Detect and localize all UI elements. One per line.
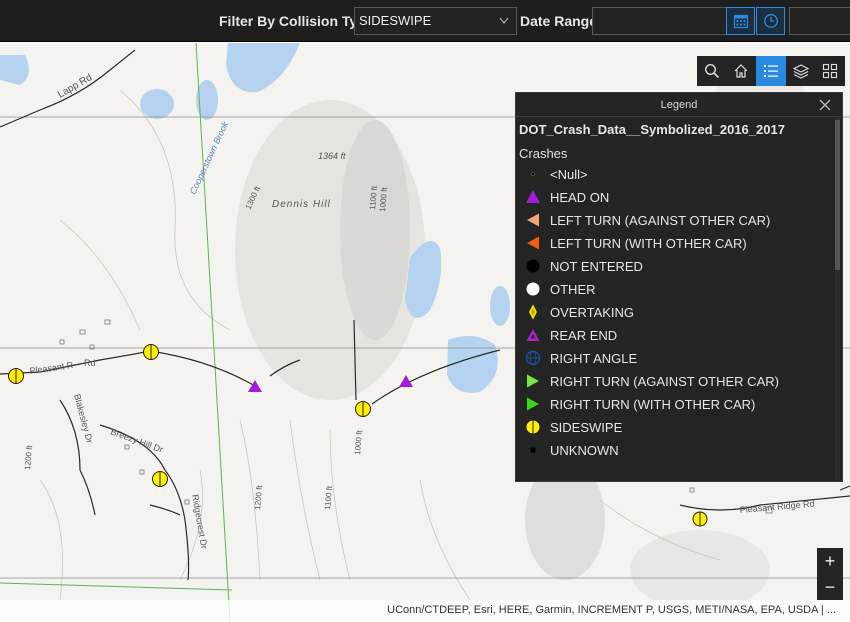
legend-item: OVERTAKING — [516, 300, 836, 323]
map-label: 1000 ft — [353, 429, 364, 455]
legend-item: HEAD ON — [516, 185, 836, 208]
filter-label: Filter By Collision Type — [219, 13, 374, 29]
legend-item: RIGHT ANGLE — [516, 346, 836, 369]
legend-item-label: LEFT TURN (AGAINST OTHER CAR) — [550, 213, 771, 228]
legend-symbol-icon — [524, 303, 542, 321]
map-label: 1364 ft — [318, 151, 346, 161]
legend-symbol-icon — [524, 349, 542, 367]
collision-type-value: SIDESWIPE — [359, 13, 432, 28]
legend-item: <Null> — [516, 162, 836, 185]
sideswipe-marker[interactable] — [692, 511, 708, 527]
zoom-control: + − — [817, 548, 843, 600]
close-icon[interactable] — [818, 98, 832, 112]
layers-button[interactable] — [786, 56, 816, 86]
home-icon — [734, 64, 748, 78]
basemap-gallery-icon — [823, 63, 838, 79]
legend-item: RIGHT TURN (AGAINST OTHER CAR) — [516, 369, 836, 392]
legend-group-name: Crashes — [519, 146, 568, 161]
legend-symbol-icon — [524, 165, 542, 183]
legend-item-label: OTHER — [550, 282, 596, 297]
map-view[interactable]: Lapp Rd Cooperstown Brook 1364 ft Dennis… — [0, 43, 850, 622]
minus-icon: − — [824, 576, 836, 597]
legend-item: LEFT TURN (WITH OTHER CAR) — [516, 231, 836, 254]
map-label: 1100 ft — [323, 485, 334, 510]
end-date-input[interactable] — [789, 7, 850, 35]
sideswipe-marker[interactable] — [355, 401, 371, 417]
legend-item: LEFT TURN (AGAINST OTHER CAR) — [516, 208, 836, 231]
map-label: Pleasant Ridge Rd — [739, 498, 815, 515]
start-date-input[interactable] — [592, 7, 727, 35]
basemap-gallery-button[interactable] — [815, 56, 845, 86]
layers-icon — [792, 64, 809, 79]
map-label: 1200 ft — [23, 444, 34, 470]
legend-item-label: RIGHT TURN (WITH OTHER CAR) — [550, 397, 756, 412]
legend-symbol-icon — [524, 326, 542, 344]
map-label: Rd — [84, 358, 96, 368]
legend-symbol-icon — [524, 418, 542, 436]
head-on-marker[interactable] — [248, 380, 262, 392]
map-label: Breezy Hill Dr — [109, 426, 164, 454]
home-button[interactable] — [727, 56, 757, 86]
legend-symbol-icon — [524, 395, 542, 413]
legend-icon — [763, 65, 778, 77]
legend-layer-name: DOT_Crash_Data__Symbolized_2016_2017 — [519, 122, 785, 137]
legend-items: <Null> HEAD ON LEFT TURN (AGAINST OTHER CA… — [516, 162, 836, 461]
sideswipe-marker[interactable] — [8, 368, 24, 384]
legend-item-label: HEAD ON — [550, 190, 610, 205]
legend-symbol-icon — [524, 257, 542, 275]
legend-symbol-icon — [524, 234, 542, 252]
legend-item-label: UNKNOWN — [550, 443, 619, 458]
search-button[interactable] — [697, 56, 727, 86]
legend-item-label: RIGHT ANGLE — [550, 351, 638, 366]
map-label: Dennis Hill — [272, 199, 331, 210]
legend-symbol-icon — [524, 188, 542, 206]
legend-item-label: REAR END — [550, 328, 618, 343]
legend-item: OTHER — [516, 277, 836, 300]
zoom-out-button[interactable]: − — [817, 574, 843, 600]
calendar-button[interactable] — [726, 7, 755, 35]
sideswipe-marker[interactable] — [152, 471, 168, 487]
legend-button[interactable] — [756, 56, 786, 86]
legend-title: Legend — [660, 99, 698, 111]
legend-item: SIDESWIPE — [516, 415, 836, 438]
plus-icon: + — [824, 550, 836, 571]
search-icon — [704, 63, 719, 79]
sideswipe-marker[interactable] — [143, 344, 159, 360]
legend-item-label: NOT ENTERED — [550, 259, 643, 274]
legend-item-label: RIGHT TURN (AGAINST OTHER CAR) — [550, 374, 779, 389]
legend-item-label: LEFT TURN (WITH OTHER CAR) — [550, 236, 747, 251]
attribution: UConn/CTDEEP, Esri, HERE, Garmin, INCREM… — [0, 600, 850, 622]
collision-type-select[interactable]: SIDESWIPE — [354, 7, 517, 35]
legend-symbol-icon — [524, 280, 542, 298]
legend-item-label: SIDESWIPE — [550, 420, 623, 435]
calendar-icon — [733, 14, 748, 29]
legend-header: Legend — [516, 93, 842, 117]
legend-symbol-icon — [524, 441, 542, 459]
legend-item: REAR END — [516, 323, 836, 346]
date-range-label: Date Range — [520, 13, 598, 29]
legend-item: NOT ENTERED — [516, 254, 836, 277]
filter-bar: Filter By Collision Type SIDESWIPE Date … — [0, 0, 850, 42]
legend-symbol-icon — [524, 372, 542, 390]
legend-item: UNKNOWN — [516, 438, 836, 461]
clock-icon — [763, 14, 778, 28]
legend-item-label: OVERTAKING — [550, 305, 635, 320]
time-button[interactable] — [756, 7, 785, 35]
zoom-in-button[interactable]: + — [817, 548, 843, 574]
legend-item-label: <Null> — [550, 167, 588, 182]
map-label: Ridgecrest Dr — [190, 494, 209, 550]
map-label: 1200 ft — [253, 484, 264, 510]
legend-panel: Legend DOT_Crash_Data__Symbolized_2016_2… — [515, 92, 843, 482]
map-label: Pleasant R — [29, 360, 74, 376]
legend-scrollbar-thumb[interactable] — [835, 120, 840, 270]
legend-symbol-icon — [524, 211, 542, 229]
chevron-down-icon — [499, 17, 509, 24]
legend-item: RIGHT TURN (WITH OTHER CAR) — [516, 392, 836, 415]
map-toolbar — [697, 56, 845, 86]
map-label: Cooperstown Brook — [188, 120, 231, 196]
